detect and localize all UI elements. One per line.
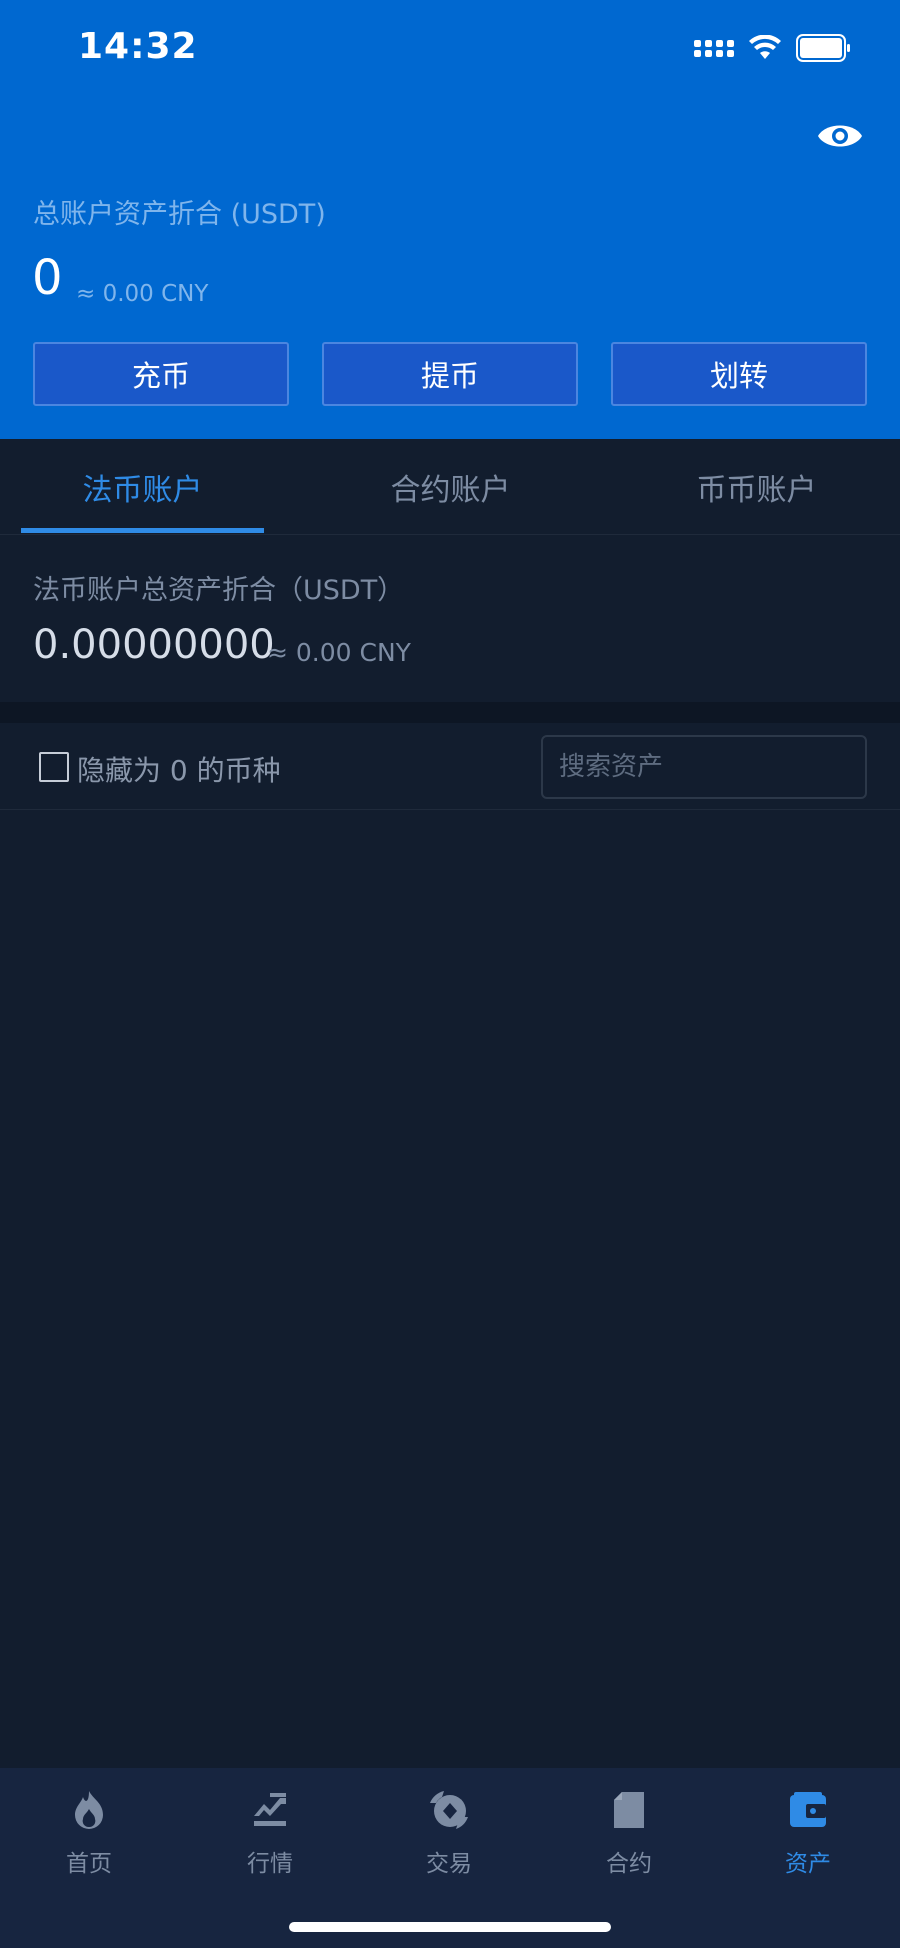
search-assets-input[interactable] bbox=[541, 735, 867, 799]
contract-icon bbox=[605, 1786, 653, 1834]
account-header: 14:32 总账户资产折合 (USDT) 0 ≈ 0.00 CNY 充币 提币 … bbox=[0, 0, 900, 439]
section-divider bbox=[0, 702, 900, 723]
withdraw-button[interactable]: 提币 bbox=[322, 342, 578, 406]
active-tab-indicator bbox=[21, 528, 264, 533]
hide-zero-label[interactable]: 隐藏为 0 的币种 bbox=[77, 749, 281, 789]
deposit-button[interactable]: 充币 bbox=[33, 342, 289, 406]
nav-contract-label: 合约 bbox=[606, 1851, 652, 1877]
nav-trade[interactable]: 交易 bbox=[389, 1786, 509, 1896]
flame-icon bbox=[65, 1786, 113, 1834]
eye-icon[interactable] bbox=[816, 120, 864, 152]
bottom-nav: 首页 行情 交易 合约 资产 bbox=[0, 1768, 900, 1948]
market-icon bbox=[246, 1786, 294, 1834]
nav-assets-label: 资产 bbox=[785, 1851, 831, 1877]
battery-icon bbox=[796, 34, 852, 62]
total-assets-cny: ≈ 0.00 CNY bbox=[76, 281, 209, 307]
tab-fiat-account[interactable]: 法币账户 bbox=[21, 439, 264, 535]
nav-trade-label: 交易 bbox=[426, 1851, 472, 1877]
tab-spot-account[interactable]: 币币账户 bbox=[635, 439, 878, 535]
total-assets-label: 总账户资产折合 (USDT) bbox=[33, 199, 326, 230]
wifi-icon bbox=[748, 35, 782, 61]
fiat-assets-label: 法币账户总资产折合（USDT） bbox=[33, 575, 405, 606]
signal-icon bbox=[694, 39, 734, 57]
status-time: 14:32 bbox=[78, 26, 198, 67]
tab-contract-account[interactable]: 合约账户 bbox=[329, 439, 572, 535]
fiat-assets-cny: ≈ 0.00 CNY bbox=[267, 638, 411, 667]
nav-market[interactable]: 行情 bbox=[210, 1786, 330, 1896]
hide-zero-checkbox[interactable] bbox=[39, 752, 69, 782]
nav-home[interactable]: 首页 bbox=[29, 1786, 149, 1896]
home-indicator bbox=[289, 1922, 611, 1932]
nav-assets[interactable]: 资产 bbox=[748, 1786, 868, 1896]
nav-contract[interactable]: 合约 bbox=[569, 1786, 689, 1896]
total-assets-value: 0 bbox=[32, 250, 63, 306]
transfer-button[interactable]: 划转 bbox=[611, 342, 867, 406]
nav-home-label: 首页 bbox=[66, 1851, 112, 1877]
asset-filter-row: 隐藏为 0 的币种 bbox=[0, 723, 900, 810]
status-icons bbox=[694, 34, 852, 62]
fiat-assets-value: 0.00000000 bbox=[33, 622, 275, 668]
nav-market-label: 行情 bbox=[247, 1851, 293, 1877]
wallet-icon bbox=[784, 1786, 832, 1834]
trade-icon bbox=[425, 1786, 473, 1834]
account-tabs: 法币账户 合约账户 币币账户 bbox=[0, 439, 900, 535]
